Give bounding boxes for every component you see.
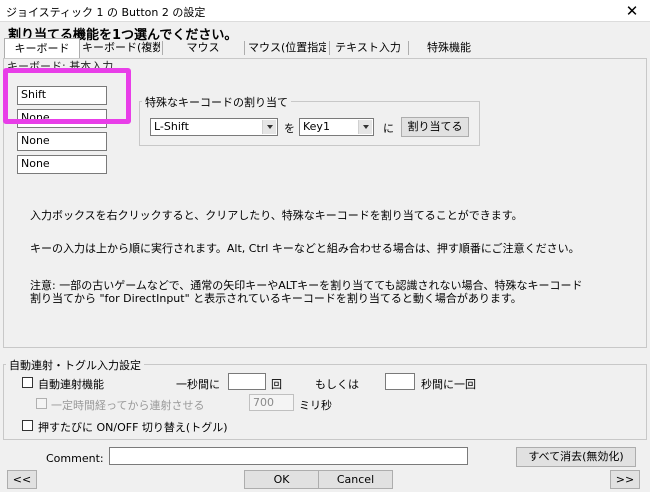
window-title: ジョイスティック 1 の Button 2 の設定 [6, 6, 206, 19]
highlight-box [3, 68, 131, 124]
prev-button[interactable]: << [7, 470, 37, 489]
wo-label: を [284, 122, 295, 135]
ok-button[interactable]: OK [244, 470, 319, 489]
info-text-note-2: 割り当てから "for DirectInput" と表示されているキーコードを割… [30, 292, 522, 305]
assign-button[interactable]: 割り当てる [401, 117, 469, 137]
autofire-label: 自動連射機能 [38, 378, 104, 391]
tab-keyboard[interactable]: キーボード [4, 38, 80, 58]
cancel-button[interactable]: Cancel [318, 470, 393, 489]
autofire-checkbox[interactable] [22, 377, 33, 388]
source-key-select[interactable]: L-Shift [150, 118, 278, 136]
ni-label: に [383, 122, 394, 135]
clear-all-button[interactable]: すべて消去(無効化) [516, 447, 636, 467]
tab-separator [162, 41, 163, 55]
delay-checkbox[interactable] [36, 398, 47, 409]
key-input-3[interactable]: None [17, 132, 107, 151]
interval-unit-label: 秒間に一回 [421, 378, 476, 391]
tab-mouse[interactable]: マウス [166, 38, 240, 58]
toggle-checkbox[interactable] [22, 420, 33, 431]
or-label: もしくは [315, 378, 359, 391]
tab-separator [244, 41, 245, 55]
tab-keyboard-multi[interactable]: キーボード(複数 [82, 38, 160, 58]
chevron-down-icon [358, 120, 372, 134]
tab-special[interactable]: 特殊機能 [414, 38, 484, 58]
per-second-label: 一秒間に [176, 378, 220, 391]
info-text-order: キーの入力は上から順に実行されます。Alt, Ctrl キーなどと組み合わせる場… [30, 242, 580, 255]
ms-unit-label: ミリ秒 [299, 399, 332, 412]
title-bar: ジョイスティック 1 の Button 2 の設定 ✕ [0, 0, 650, 22]
tab-text-input[interactable]: テキスト入力 [332, 38, 404, 58]
comment-label: Comment: [46, 452, 104, 465]
toggle-label: 押すたびに ON/OFF 切り替え(トグル) [38, 421, 228, 434]
next-button[interactable]: >> [610, 470, 640, 489]
per-second-input[interactable] [228, 373, 266, 390]
delay-ms-input[interactable]: 700 [249, 394, 294, 411]
times-unit-label: 回 [271, 378, 282, 391]
delay-label: 一定時間経ってから連射させる [51, 399, 205, 412]
source-key-value: L-Shift [154, 120, 189, 133]
target-key-select[interactable]: Key1 [299, 118, 374, 136]
autofire-caption: 自動連射・トグル入力設定 [6, 357, 144, 373]
tab-separator [408, 41, 409, 55]
info-text-rightclick: 入力ボックスを右クリックすると、クリアしたり、特殊なキーコードを割り当てることが… [30, 209, 523, 222]
tab-mouse-position[interactable]: マウス(位置指定 [248, 38, 326, 58]
key-input-4[interactable]: None [17, 155, 107, 174]
chevron-down-icon [262, 120, 276, 134]
tab-strip: キーボード キーボード(複数 マウス マウス(位置指定 テキスト入力 特殊機能 [0, 38, 650, 58]
target-key-value: Key1 [303, 120, 330, 133]
close-icon[interactable]: ✕ [622, 1, 642, 21]
interval-input[interactable] [385, 373, 415, 390]
comment-input[interactable] [109, 447, 468, 465]
tab-separator [329, 41, 330, 55]
special-key-caption: 特殊なキーコードの割り当て [142, 94, 291, 110]
